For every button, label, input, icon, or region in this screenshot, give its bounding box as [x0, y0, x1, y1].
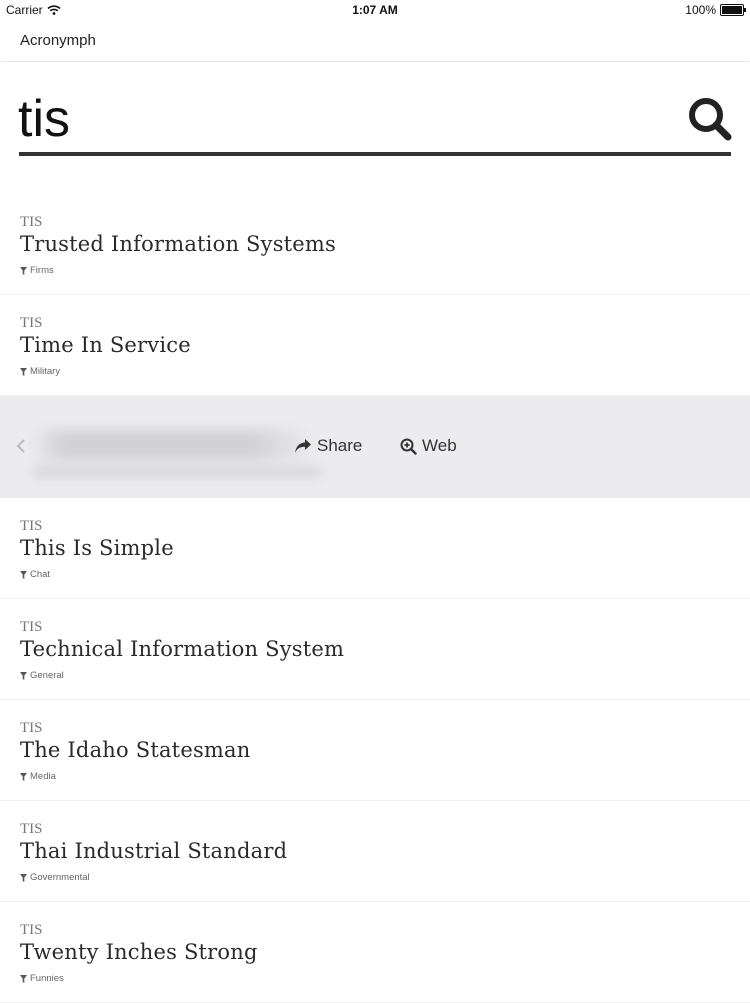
result-meaning: Trusted Information Systems	[20, 232, 337, 256]
filter-icon	[20, 570, 27, 579]
result-acronym: TIS	[20, 821, 43, 837]
result-row[interactable]: TIS Twenty Inches Strong Funnies	[0, 902, 750, 1003]
filter-icon	[20, 266, 27, 275]
result-row[interactable]: TIS Trusted Information Systems Firms	[0, 194, 750, 295]
web-button[interactable]: Web	[400, 436, 457, 456]
share-label: Share	[317, 436, 363, 455]
result-category-label: General	[30, 670, 64, 681]
filter-icon	[20, 772, 27, 781]
result-meaning: Technical Information System	[20, 637, 345, 661]
filter-icon	[20, 671, 27, 680]
status-bar: Carrier 1:07 AM 100%	[0, 0, 750, 20]
app-title: Acronymph	[20, 32, 96, 49]
search-input[interactable]	[18, 88, 658, 150]
filter-icon	[20, 367, 27, 376]
search-underline	[19, 152, 731, 156]
search-icon[interactable]	[687, 96, 733, 142]
filter-icon	[20, 873, 27, 882]
results-list: TIS Trusted Information Systems Firms TI…	[0, 194, 750, 1003]
result-category: Military	[20, 366, 60, 377]
result-category-label: Chat	[30, 569, 51, 580]
result-row[interactable]: TIS This Is Simple Chat	[0, 498, 750, 599]
result-category-label: Firms	[30, 265, 54, 276]
result-acronym: TIS	[20, 214, 43, 230]
result-category-label: Funnies	[30, 973, 64, 984]
blurred-row-subcontent	[32, 466, 322, 478]
result-category-label: Military	[30, 366, 61, 377]
blurred-row-content	[32, 430, 312, 460]
battery-icon	[720, 4, 746, 16]
filter-icon	[20, 974, 27, 983]
search-area	[0, 62, 750, 196]
swipe-action-row: Share Web	[0, 396, 750, 498]
result-category-label: Governmental	[30, 872, 90, 883]
chevron-left-icon[interactable]	[14, 436, 28, 456]
status-time: 1:07 AM	[352, 3, 398, 17]
result-meaning: Time In Service	[20, 333, 191, 357]
result-acronym: TIS	[20, 315, 43, 331]
result-row[interactable]: TIS Thai Industrial Standard Governmenta…	[0, 801, 750, 902]
result-category: Funnies	[20, 973, 64, 984]
result-acronym: TIS	[20, 518, 43, 534]
result-row[interactable]: TIS Time In Service Military	[0, 295, 750, 396]
result-category-label: Media	[30, 771, 56, 782]
result-row[interactable]: TIS Technical Information System General	[0, 599, 750, 700]
result-category: General	[20, 670, 64, 681]
result-category: Media	[20, 771, 56, 782]
result-meaning: Thai Industrial Standard	[20, 839, 288, 863]
result-category: Governmental	[20, 872, 90, 883]
zoom-in-icon	[400, 438, 417, 455]
battery-fill	[722, 6, 742, 14]
result-category: Firms	[20, 265, 54, 276]
result-acronym: TIS	[20, 922, 43, 938]
share-button[interactable]: Share	[294, 436, 362, 456]
result-acronym: TIS	[20, 720, 43, 736]
result-meaning: Twenty Inches Strong	[20, 940, 258, 964]
result-row[interactable]: TIS The Idaho Statesman Media	[0, 700, 750, 801]
web-label: Web	[422, 436, 457, 455]
result-acronym: TIS	[20, 619, 43, 635]
status-right: 100%	[685, 3, 746, 17]
share-icon	[295, 439, 311, 453]
result-category: Chat	[20, 569, 50, 580]
result-meaning: The Idaho Statesman	[20, 738, 251, 762]
battery-percent: 100%	[685, 3, 716, 17]
result-meaning: This Is Simple	[20, 536, 174, 560]
